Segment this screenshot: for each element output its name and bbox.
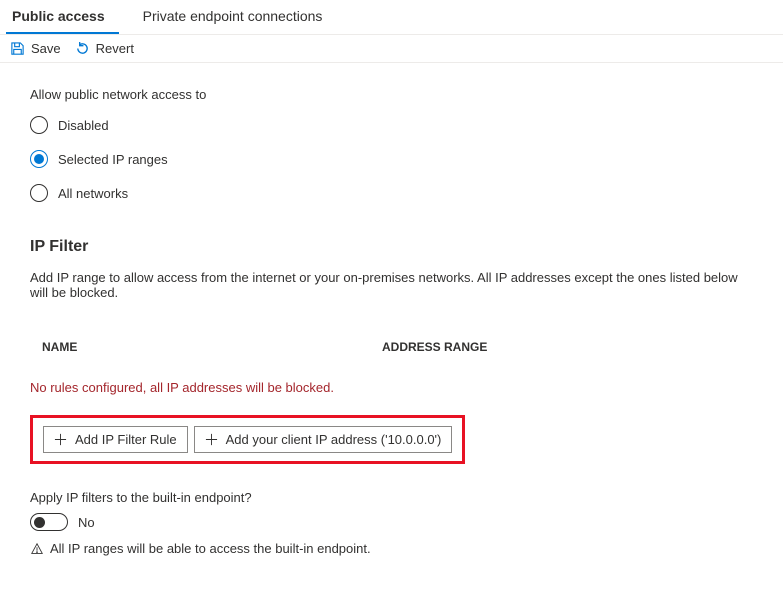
column-address-range: ADDRESS RANGE bbox=[382, 340, 487, 354]
add-ip-filter-rule-button[interactable]: Add IP Filter Rule bbox=[43, 426, 188, 453]
builtin-info: All IP ranges will be able to access the… bbox=[30, 541, 753, 556]
button-label: Add IP Filter Rule bbox=[75, 432, 177, 447]
builtin-info-text: All IP ranges will be able to access the… bbox=[50, 541, 371, 556]
builtin-endpoint-toggle[interactable] bbox=[30, 513, 68, 531]
toggle-value: No bbox=[78, 515, 95, 530]
save-icon bbox=[10, 41, 25, 56]
ip-filter-description: Add IP range to allow access from the in… bbox=[30, 270, 753, 300]
radio-circle-icon bbox=[30, 150, 48, 168]
save-button[interactable]: Save bbox=[10, 41, 61, 56]
access-label: Allow public network access to bbox=[30, 87, 753, 102]
warning-icon bbox=[30, 542, 44, 556]
tab-private-endpoint[interactable]: Private endpoint connections bbox=[137, 0, 337, 34]
radio-all-networks[interactable]: All networks bbox=[30, 184, 753, 202]
revert-icon bbox=[75, 41, 90, 56]
button-label: Add your client IP address ('10.0.0.0') bbox=[226, 432, 442, 447]
ip-filter-table-header: NAME ADDRESS RANGE bbox=[30, 330, 753, 364]
column-name: NAME bbox=[42, 340, 382, 354]
radio-circle-icon bbox=[30, 184, 48, 202]
networking-tabs: Public access Private endpoint connectio… bbox=[0, 0, 783, 35]
highlighted-actions: Add IP Filter Rule Add your client IP ad… bbox=[30, 415, 465, 464]
tab-public-access[interactable]: Public access bbox=[6, 0, 119, 34]
radio-label: Selected IP ranges bbox=[58, 152, 168, 167]
access-radio-group: Disabled Selected IP ranges All networks bbox=[30, 116, 753, 202]
content: Allow public network access to Disabled … bbox=[0, 63, 783, 580]
plus-icon bbox=[205, 433, 218, 446]
radio-selected-ip[interactable]: Selected IP ranges bbox=[30, 150, 753, 168]
revert-label: Revert bbox=[96, 41, 134, 56]
builtin-endpoint-label: Apply IP filters to the built-in endpoin… bbox=[30, 490, 753, 505]
radio-disabled[interactable]: Disabled bbox=[30, 116, 753, 134]
add-client-ip-button[interactable]: Add your client IP address ('10.0.0.0') bbox=[194, 426, 453, 453]
ip-filter-heading: IP Filter bbox=[30, 238, 753, 256]
radio-label: Disabled bbox=[58, 118, 109, 133]
radio-circle-icon bbox=[30, 116, 48, 134]
save-label: Save bbox=[31, 41, 61, 56]
revert-button[interactable]: Revert bbox=[75, 41, 134, 56]
builtin-toggle-row: No bbox=[30, 513, 753, 531]
no-rules-message: No rules configured, all IP addresses wi… bbox=[30, 380, 753, 395]
plus-icon bbox=[54, 433, 67, 446]
toolbar: Save Revert bbox=[0, 35, 783, 63]
radio-label: All networks bbox=[58, 186, 128, 201]
